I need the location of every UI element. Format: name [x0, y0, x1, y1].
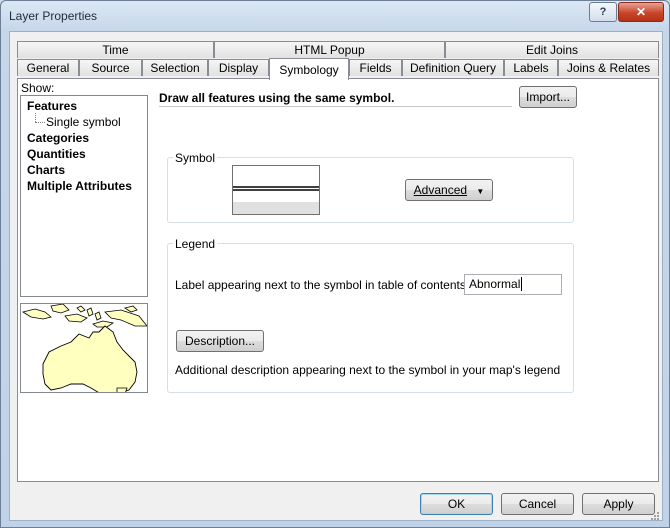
- tree-connector-branch: [35, 122, 45, 123]
- tab-html-popup[interactable]: HTML Popup: [214, 41, 445, 58]
- ok-button[interactable]: OK: [420, 493, 493, 515]
- legend-group-title: Legend: [173, 237, 218, 251]
- apply-button[interactable]: Apply: [582, 493, 655, 515]
- show-item-charts[interactable]: Charts: [27, 163, 65, 177]
- description-caption: Additional description appearing next to…: [175, 363, 561, 377]
- tab-labels[interactable]: Labels: [504, 59, 558, 76]
- layer-properties-dialog: Layer Properties ? ✕ Time HTML Popup Edi…: [0, 0, 670, 528]
- advanced-label: Advanced: [413, 183, 468, 197]
- tab-fields[interactable]: Fields: [349, 59, 402, 76]
- map-preview: [20, 303, 148, 393]
- tab-general[interactable]: General: [17, 59, 79, 76]
- cancel-button[interactable]: Cancel: [501, 493, 574, 515]
- show-item-features[interactable]: Features: [27, 99, 77, 113]
- tab-symbology[interactable]: Symbology: [269, 58, 349, 80]
- symbology-panel: Show: Features Single symbol Categories …: [17, 78, 659, 482]
- tab-joins-relates[interactable]: Joins & Relates: [558, 59, 659, 76]
- symbol-swatch-button[interactable]: [232, 165, 320, 215]
- import-button[interactable]: Import...: [519, 86, 577, 108]
- advanced-dropdown-button[interactable]: Advanced ▼: [405, 179, 493, 201]
- tab-display[interactable]: Display: [208, 59, 269, 76]
- symbol-group: [167, 157, 574, 223]
- tab-edit-joins[interactable]: Edit Joins: [445, 41, 659, 58]
- tab-time[interactable]: Time: [17, 41, 214, 58]
- window-title: Layer Properties: [9, 9, 98, 23]
- tab-selection[interactable]: Selection: [142, 59, 208, 76]
- help-button[interactable]: ?: [589, 2, 617, 22]
- symbol-group-title: Symbol: [173, 151, 218, 165]
- description-button[interactable]: Description...: [176, 330, 264, 352]
- legend-label-input[interactable]: Abnormal: [464, 274, 562, 295]
- headline-divider: [159, 106, 512, 107]
- show-label: Show:: [21, 81, 55, 95]
- close-button[interactable]: ✕: [618, 2, 664, 22]
- tree-connector: [35, 113, 36, 122]
- show-tree: Features Single symbol Categories Quanti…: [20, 95, 148, 297]
- show-item-single-symbol[interactable]: Single symbol: [46, 115, 121, 129]
- australia-map-image: [21, 304, 147, 392]
- show-item-quantities[interactable]: Quantities: [27, 147, 86, 161]
- tab-definition-query[interactable]: Definition Query: [402, 59, 504, 76]
- text-caret: [521, 277, 523, 291]
- dialog-client-area: Time HTML Popup Edit Joins General Sourc…: [9, 31, 663, 521]
- line-symbol-icon: [233, 186, 319, 214]
- tab-source[interactable]: Source: [79, 59, 142, 76]
- show-item-multiple-attributes[interactable]: Multiple Attributes: [27, 179, 132, 193]
- dropdown-arrow-icon: ▼: [476, 187, 485, 196]
- show-item-categories[interactable]: Categories: [27, 131, 89, 145]
- legend-label-caption: Label appearing next to the symbol in ta…: [175, 278, 470, 292]
- resize-grip-icon[interactable]: [650, 510, 660, 520]
- legend-label-value: Abnormal: [469, 277, 521, 291]
- symbology-headline: Draw all features using the same symbol.: [159, 91, 395, 105]
- title-bar[interactable]: Layer Properties ? ✕: [1, 1, 669, 31]
